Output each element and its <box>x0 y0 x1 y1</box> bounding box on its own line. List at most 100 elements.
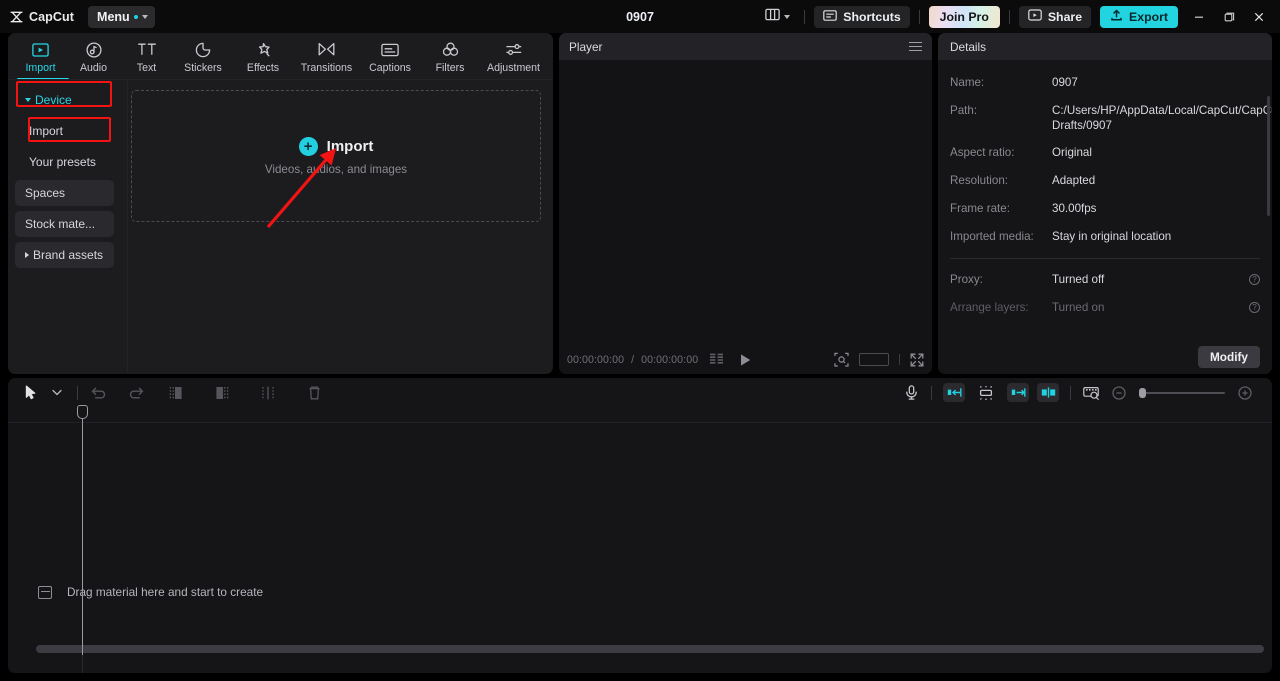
effects-icon <box>255 40 272 59</box>
text-icon <box>137 40 157 59</box>
player-controls: 00:00:00:00 / 00:00:00:00 <box>559 345 932 374</box>
app-logo: CapCut <box>9 10 74 24</box>
tab-label: Audio <box>79 62 108 74</box>
player-canvas[interactable] <box>559 60 932 345</box>
timeline-playhead-handle[interactable] <box>77 405 88 419</box>
menu-button[interactable]: Menu <box>88 5 155 28</box>
chevron-down-icon <box>784 14 791 19</box>
divider <box>127 80 128 374</box>
share-label: Share <box>1047 9 1083 24</box>
microphone-icon[interactable] <box>898 382 924 404</box>
export-button[interactable]: Export <box>1100 5 1178 28</box>
import-button-label: Import <box>326 137 374 155</box>
tab-captions[interactable]: Captions <box>360 36 420 79</box>
timeline-playhead[interactable] <box>82 407 83 655</box>
media-sidebar: Device Import Your presets Spaces Stock … <box>8 80 121 374</box>
auto-cut-icon[interactable] <box>943 383 965 402</box>
details-row-resolution: Resolution: Adapted <box>950 174 1260 189</box>
details-row-imported-media: Imported media: Stay in original locatio… <box>950 230 1260 245</box>
sidebar-item-import[interactable]: Import <box>15 118 114 144</box>
frames-icon[interactable] <box>709 353 725 366</box>
details-row-frame-rate: Frame rate: 30.00fps <box>950 202 1260 217</box>
details-title: Details <box>950 39 987 54</box>
delete-icon[interactable] <box>301 382 327 404</box>
ratio-icon[interactable] <box>859 353 889 366</box>
minimize-button[interactable] <box>1184 3 1214 31</box>
close-button[interactable] <box>1244 3 1274 31</box>
play-icon[interactable] <box>739 353 752 367</box>
media-panel-body: Device Import Your presets Spaces Stock … <box>8 80 553 374</box>
sidebar-item-your-presets[interactable]: Your presets <box>15 149 114 175</box>
shortcuts-icon <box>823 9 838 24</box>
zoom-in-icon[interactable] <box>1232 382 1258 404</box>
details-scrollbar[interactable] <box>1267 96 1270 216</box>
sidebar-item-spaces[interactable]: Spaces <box>15 180 114 206</box>
undo-icon[interactable] <box>85 382 111 404</box>
keyframe-zoom-icon[interactable] <box>1078 382 1104 404</box>
sidebar-item-label: Import <box>29 124 64 138</box>
sidebar-item-device[interactable]: Device <box>15 87 114 113</box>
main-area: Import Audio Text Stickers Effects Trans… <box>0 33 1280 374</box>
chevron-down-icon[interactable] <box>44 382 70 404</box>
redo-icon[interactable] <box>123 382 149 404</box>
row-value: Adapted <box>1052 174 1096 188</box>
select-arrow-icon[interactable] <box>18 382 44 404</box>
split-right-icon[interactable] <box>209 382 235 404</box>
fullscreen-icon[interactable] <box>910 353 924 367</box>
hamburger-icon[interactable] <box>909 41 922 52</box>
split-left-icon[interactable] <box>163 382 189 404</box>
row-key: Path: <box>950 103 978 117</box>
capcut-logo-icon <box>9 10 24 24</box>
export-icon <box>1110 8 1123 25</box>
tab-label: Stickers <box>184 62 222 74</box>
panel-layout-icon <box>765 8 781 26</box>
timeline-gutter <box>8 423 82 673</box>
shortcuts-button[interactable]: Shortcuts <box>814 5 910 28</box>
details-row-name: Name: 0907 <box>950 76 1260 91</box>
share-button[interactable]: Share <box>1018 5 1092 28</box>
player-current-time: 00:00:00:00 <box>567 353 625 366</box>
details-panel: Details Name: 0907 Path: C:/Users/HP/App… <box>938 33 1272 374</box>
tab-import[interactable]: Import <box>14 36 67 79</box>
tab-filters[interactable]: Filters <box>420 36 480 79</box>
snapshot-icon[interactable] <box>834 352 849 367</box>
zoom-out-icon[interactable] <box>1106 382 1132 404</box>
tab-audio[interactable]: Audio <box>67 36 120 79</box>
timeline-horizontal-scrollbar[interactable] <box>36 645 1264 653</box>
tab-stickers[interactable]: Stickers <box>173 36 233 79</box>
row-value: C:/Users/HP/AppData/Local/CapCut/CapCut … <box>1052 103 1272 132</box>
zoom-slider[interactable] <box>1139 387 1225 398</box>
magnet-snap-icon[interactable] <box>973 382 999 404</box>
share-icon <box>1028 9 1042 24</box>
maximize-button[interactable] <box>1214 3 1244 31</box>
row-key: Aspect ratio: <box>950 146 1015 160</box>
details-footer: Modify <box>938 340 1272 374</box>
divider <box>804 9 806 24</box>
title-bar: CapCut Menu 0907 Shortcuts Join Pro Shar… <box>0 0 1280 33</box>
sidebar-item-brand-assets[interactable]: Brand assets <box>15 242 114 268</box>
panel-layout-button[interactable] <box>760 5 795 29</box>
auto-cut-2-icon[interactable] <box>1007 383 1029 402</box>
zoom-slider-handle[interactable] <box>1139 387 1146 398</box>
join-pro-button[interactable]: Join Pro <box>928 5 1000 28</box>
tab-transitions[interactable]: Transitions <box>293 36 360 79</box>
details-header: Details <box>938 33 1272 60</box>
tab-text[interactable]: Text <box>120 36 173 79</box>
media-content: + Import Videos, audios, and images <box>121 80 553 374</box>
tab-label: Filters <box>435 62 465 74</box>
divider <box>918 9 920 24</box>
tab-adjustment[interactable]: Adjustment <box>480 36 547 79</box>
mirror-split-icon[interactable] <box>1037 383 1059 402</box>
divider <box>77 385 78 400</box>
timeline-tracks[interactable]: Drag material here and start to create <box>8 423 1272 673</box>
import-dropzone[interactable]: + Import Videos, audios, and images <box>131 90 541 222</box>
help-icon[interactable]: ? <box>1249 273 1260 285</box>
tab-effects[interactable]: Effects <box>233 36 293 79</box>
timeline-ruler[interactable] <box>8 407 1272 423</box>
sidebar-item-stock-materials[interactable]: Stock mate... <box>15 211 114 237</box>
split-icon[interactable] <box>255 382 281 404</box>
modify-button[interactable]: Modify <box>1197 346 1260 368</box>
help-icon[interactable]: ? <box>1249 301 1260 313</box>
import-button[interactable]: + Import <box>298 136 374 156</box>
stickers-icon <box>195 40 211 59</box>
